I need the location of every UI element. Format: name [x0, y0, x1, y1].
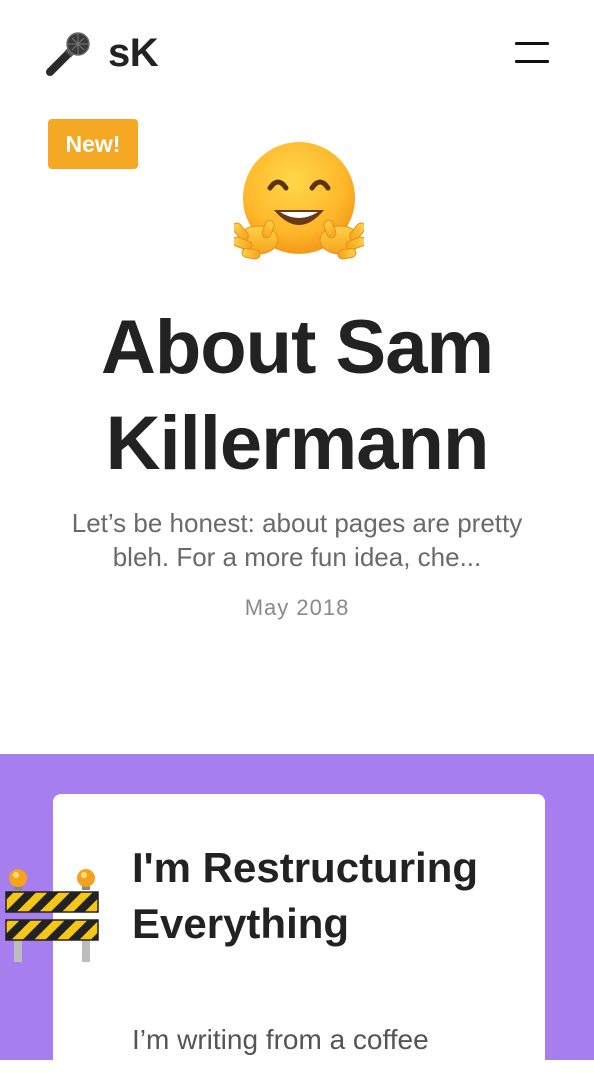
site-logo[interactable]: sK — [46, 30, 159, 76]
page-title[interactable]: About Sam Killermann — [40, 300, 554, 492]
post-date: May 2018 — [244, 595, 350, 620]
menu-bar-bottom — [515, 60, 549, 63]
hamburger-menu-icon[interactable] — [513, 42, 551, 66]
construction-barrier-icon — [5, 869, 99, 962]
site-header: sK — [0, 0, 594, 110]
post-excerpt: Let’s be honest: about pages are pretty … — [71, 508, 523, 572]
hugging-face-icon — [234, 142, 364, 260]
card-title[interactable]: I'm Restructuring Everything — [132, 840, 492, 952]
menu-bar-top — [515, 42, 549, 45]
new-badge: New! — [48, 119, 138, 169]
card-text: I’m writing from a coffee — [132, 1024, 429, 1055]
logo-text: sK — [108, 30, 159, 75]
microphone-icon — [46, 32, 90, 76]
